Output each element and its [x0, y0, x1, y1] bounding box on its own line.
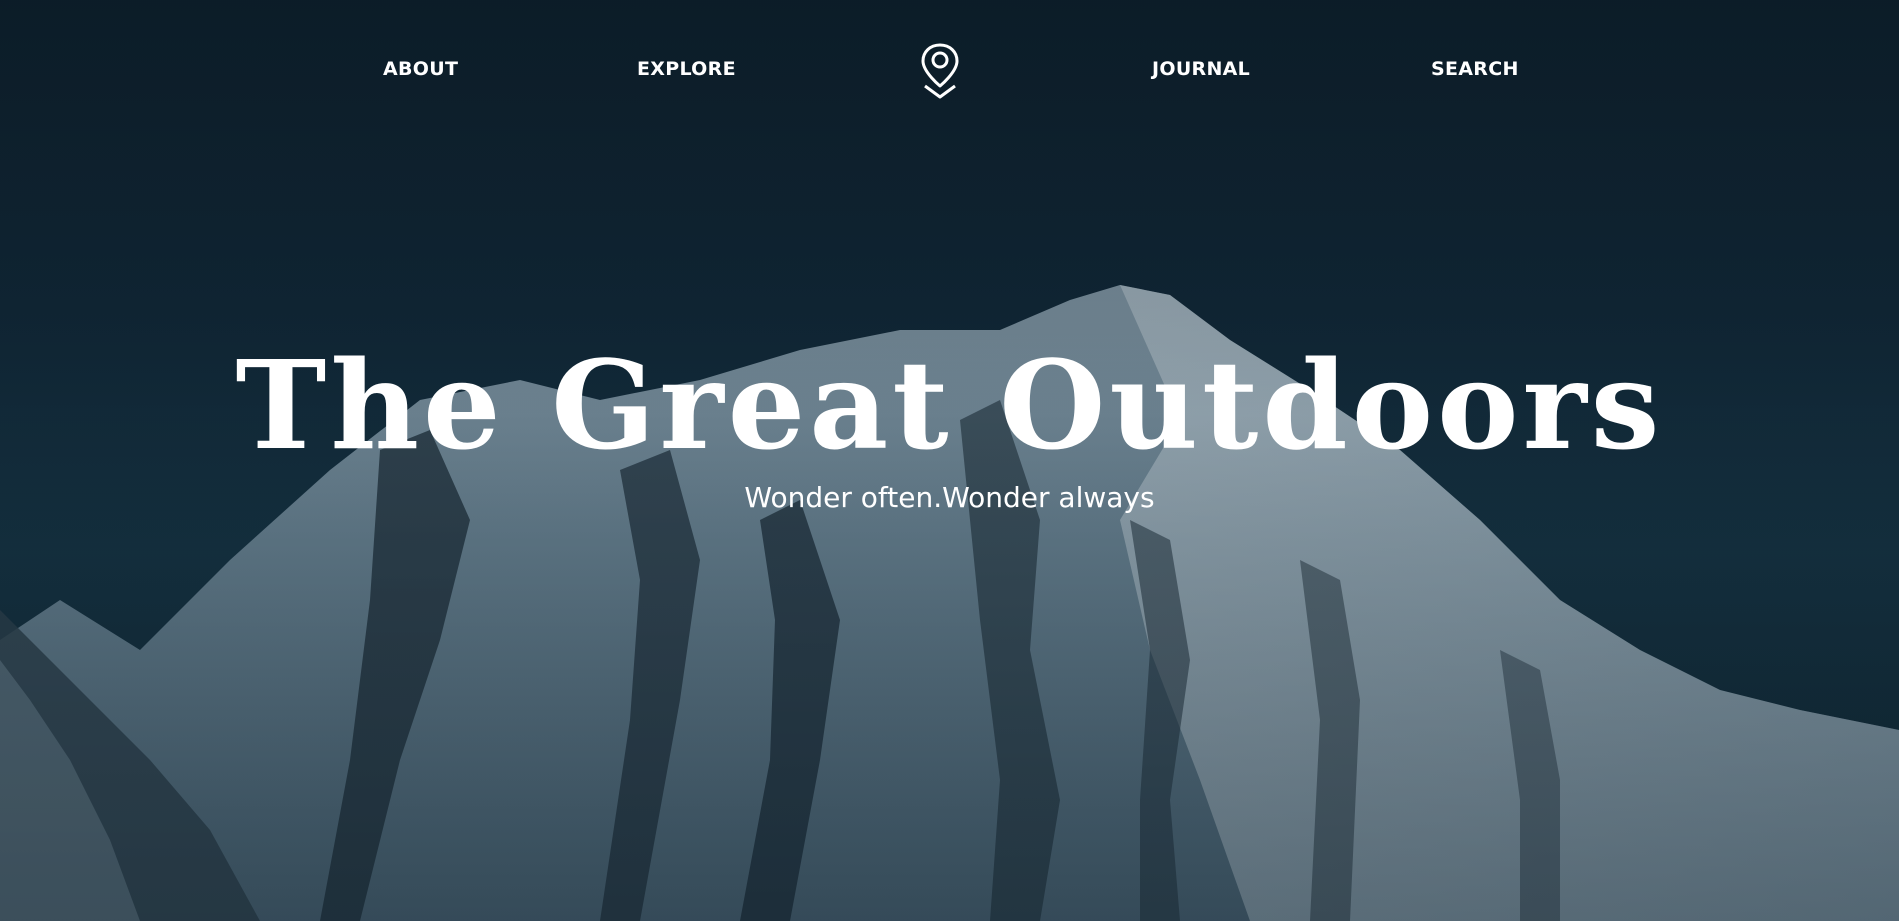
hero-title: The Great Outdoors [235, 333, 1664, 477]
nav-link-explore[interactable]: EXPLORE [637, 58, 736, 80]
nav-link-search[interactable]: SEARCH [1431, 58, 1519, 80]
map-pin-icon[interactable] [919, 42, 961, 100]
nav-link-about[interactable]: ABOUT [383, 58, 458, 80]
nav-link-journal[interactable]: JOURNAL [1152, 58, 1250, 80]
top-navigation: ABOUT EXPLORE JOURNAL SEARCH [0, 0, 1899, 145]
hero-subtitle: Wonder often.Wonder always [744, 481, 1155, 514]
hero-page: ABOUT EXPLORE JOURNAL SEARCH The Great O… [0, 0, 1899, 921]
